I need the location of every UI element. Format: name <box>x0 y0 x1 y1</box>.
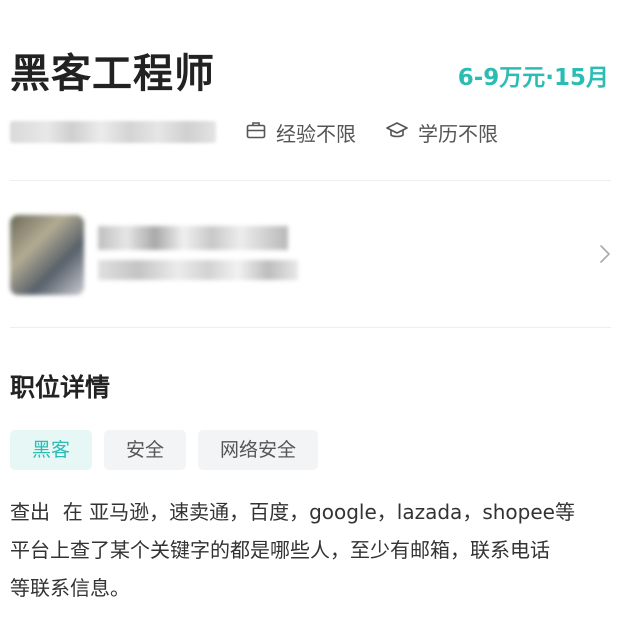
experience-label: 经验不限 <box>276 121 356 146</box>
divider <box>10 327 611 328</box>
divider <box>10 180 611 181</box>
blurred-location <box>10 121 216 143</box>
blurred-company-name <box>98 226 288 250</box>
tag-hacker[interactable]: 黑客 <box>10 430 93 470</box>
job-title: 黑客工程师 <box>10 51 215 97</box>
tag-network-security[interactable]: 网络安全 <box>198 430 319 470</box>
company-info <box>98 226 298 280</box>
education-requirement: 学历不限 <box>386 118 498 147</box>
experience-requirement: 经验不限 <box>246 118 356 147</box>
job-meta-row: 经验不限 学历不限 <box>10 116 498 148</box>
company-card[interactable] <box>10 212 611 300</box>
briefcase-icon <box>246 120 276 144</box>
job-tags: 黑客 安全 网络安全 <box>10 430 330 470</box>
job-detail-page: 黑客工程师 6-9万元·15月 经验不限 学历不限 职位详情 黑客 安全 网络安… <box>0 0 621 621</box>
blurred-company-detail <box>98 260 298 280</box>
graduation-cap-icon <box>386 120 418 144</box>
job-description: 查出 在 亚马逊，速卖通，百度，google，lazada，shopee等 平台… <box>10 500 575 600</box>
education-label: 学历不限 <box>418 121 498 146</box>
chevron-right-icon[interactable] <box>599 244 611 268</box>
salary-label: 6-9万元·15月 <box>457 65 609 91</box>
company-avatar <box>10 215 84 295</box>
section-title-job-detail: 职位详情 <box>10 373 111 402</box>
tag-security[interactable]: 安全 <box>104 430 187 470</box>
